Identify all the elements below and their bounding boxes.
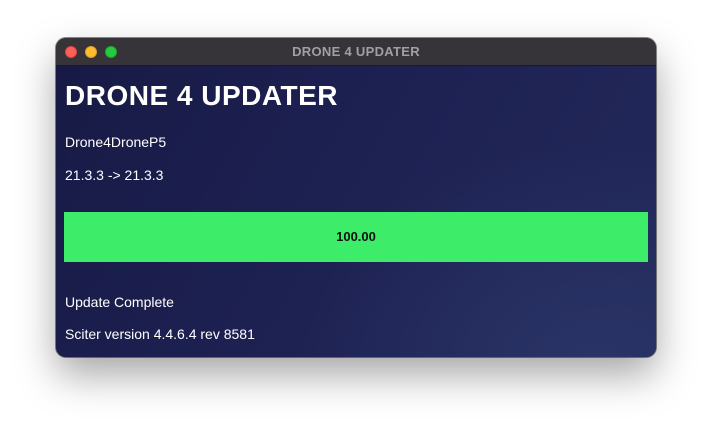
title-bar[interactable]: DRONE 4 UPDATER [56, 38, 656, 66]
version-change: 21.3.3 -> 21.3.3 [65, 167, 164, 183]
progress-label: 100.00 [336, 229, 376, 244]
status-text: Update Complete [65, 294, 174, 310]
device-name: Drone4DroneP5 [65, 134, 167, 150]
main-content: DRONE 4 UPDATER Drone4DroneP5 21.3.3 -> … [56, 66, 656, 357]
sciter-version: Sciter version 4.4.6.4 rev 8581 [65, 326, 255, 342]
updater-window: DRONE 4 UPDATER DRONE 4 UPDATER Drone4Dr… [56, 38, 656, 357]
page-title: DRONE 4 UPDATER [65, 80, 339, 111]
window-title: DRONE 4 UPDATER [292, 44, 420, 59]
progress-bar: 100.00 [64, 212, 648, 262]
desktop: DRONE 4 UPDATER DRONE 4 UPDATER Drone4Dr… [0, 0, 712, 432]
